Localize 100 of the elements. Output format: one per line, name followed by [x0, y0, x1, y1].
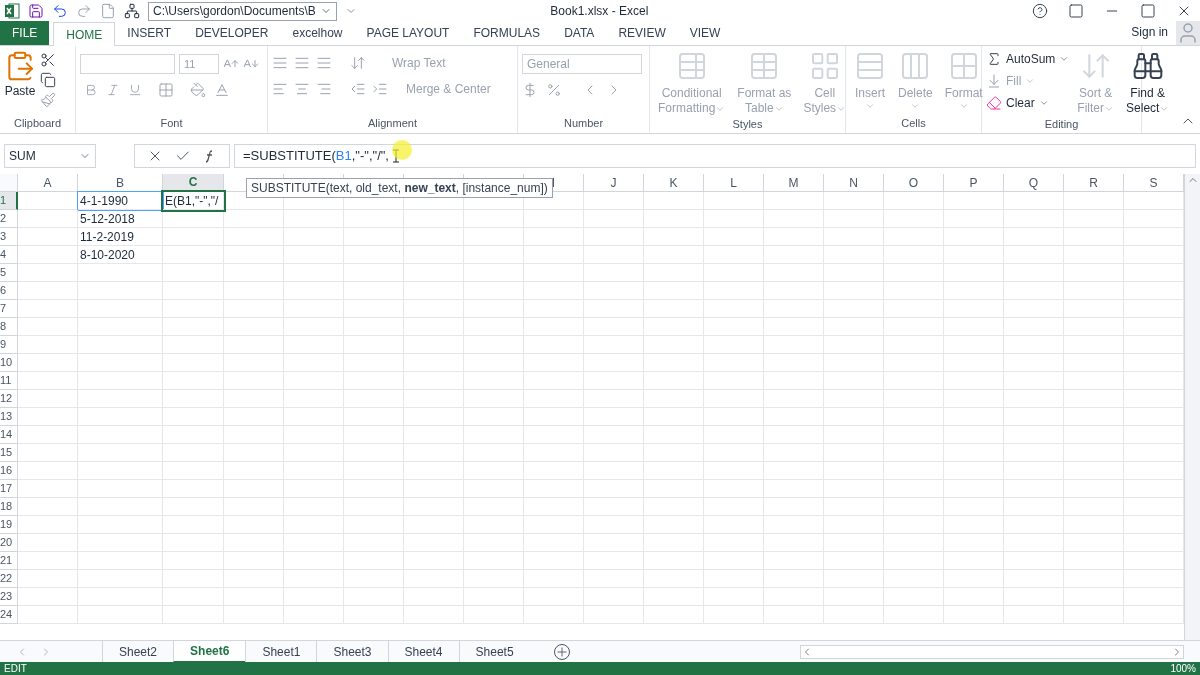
column-header[interactable]: L [704, 174, 764, 192]
row-header[interactable]: 8 [0, 318, 18, 336]
sign-in-link[interactable]: Sign in [1131, 23, 1168, 41]
ribbon-tab[interactable]: HOME [53, 22, 116, 46]
ribbon-tab[interactable]: DEVELOPER [183, 21, 281, 45]
cut-icon[interactable] [40, 52, 56, 68]
orientation-icon[interactable] [350, 55, 366, 71]
column-header[interactable]: K [644, 174, 704, 192]
align-left-icon[interactable] [272, 81, 288, 97]
font-name-field[interactable] [80, 54, 175, 74]
top-align-icon[interactable] [272, 55, 288, 71]
name-box[interactable]: SUM [4, 144, 96, 168]
ribbon-tab[interactable]: FORMULAS [461, 21, 553, 45]
ribbon-tab[interactable]: DATA [552, 21, 607, 45]
currency-icon[interactable] [522, 82, 538, 98]
ribbon-tab[interactable]: REVIEW [606, 21, 678, 45]
percent-icon[interactable] [546, 82, 562, 98]
row-header[interactable]: 2 [0, 210, 18, 228]
column-header[interactable]: Q [1004, 174, 1064, 192]
row-header[interactable]: 17 [0, 480, 18, 498]
table-cell[interactable]: 5-12-2018 [78, 210, 163, 228]
caret-icon[interactable] [1059, 54, 1070, 64]
ribbon-tab[interactable]: FILE [0, 21, 50, 45]
clear-button[interactable]: Clear [986, 94, 1070, 112]
binoculars-icon[interactable] [1131, 50, 1164, 82]
table-cell[interactable]: 4-1-1990 [78, 192, 163, 210]
middle-align-icon[interactable] [294, 55, 310, 71]
horizontal-scrollbar[interactable] [799, 644, 1184, 659]
row-header[interactable]: 5 [0, 264, 18, 282]
row-header[interactable]: 23 [0, 588, 18, 606]
table-cell[interactable]: 8-10-2020 [78, 246, 163, 264]
ribbon-button[interactable]: Find & Select [1122, 50, 1174, 116]
align-center-icon[interactable] [294, 81, 310, 97]
zoom-level[interactable]: 100% [1170, 663, 1196, 674]
borders-icon[interactable] [158, 82, 174, 98]
fill-color-icon[interactable] [190, 82, 206, 98]
align-right-icon[interactable] [316, 81, 332, 97]
ribbon-tab[interactable]: excelhow [280, 21, 355, 45]
select-all-corner[interactable] [0, 174, 18, 192]
column-header[interactable]: M [764, 174, 824, 192]
ribbon-tab[interactable]: VIEW [677, 21, 733, 45]
column-header[interactable]: R [1064, 174, 1124, 192]
eraser-icon[interactable] [986, 95, 1002, 111]
column-header[interactable]: O [884, 174, 944, 192]
row-header[interactable]: 1 [0, 192, 18, 210]
column-header[interactable]: S [1124, 174, 1184, 192]
sigma-icon[interactable] [986, 51, 1002, 67]
row-header[interactable]: 16 [0, 462, 18, 480]
undo-icon[interactable] [52, 3, 68, 19]
row-header[interactable]: 6 [0, 282, 18, 300]
paste-button[interactable]: Paste [4, 50, 36, 100]
row-header[interactable]: 12 [0, 390, 18, 408]
caret-icon[interactable] [1025, 76, 1036, 86]
column-header[interactable]: J [584, 174, 644, 192]
fill-icon[interactable] [986, 73, 1002, 89]
column-header[interactable]: A [18, 174, 78, 192]
vertical-scrollbar[interactable] [1184, 174, 1200, 640]
row-header[interactable]: 22 [0, 570, 18, 588]
row-header[interactable]: 3 [0, 228, 18, 246]
table-cell[interactable]: E(B1,"-","/ [163, 192, 224, 210]
column-header[interactable]: N [824, 174, 884, 192]
copy-icon[interactable] [40, 72, 56, 88]
row-header[interactable]: 24 [0, 606, 18, 624]
ribbon-tab[interactable]: PAGE LAYOUT [354, 21, 462, 45]
row-header[interactable]: 20 [0, 534, 18, 552]
underline-icon[interactable] [128, 83, 142, 97]
redo-icon[interactable] [76, 3, 92, 19]
bottom-align-icon[interactable] [316, 55, 332, 71]
ribbon-tab[interactable]: INSERT [115, 21, 184, 45]
row-header[interactable]: 15 [0, 444, 18, 462]
autosum-button[interactable]: AutoSum [986, 50, 1070, 68]
help-icon[interactable] [1032, 3, 1048, 19]
row-header[interactable]: 9 [0, 336, 18, 354]
row-header[interactable]: 19 [0, 516, 18, 534]
table-cell[interactable]: 11-2-2019 [78, 228, 163, 246]
ribbon-display-icon[interactable] [1068, 3, 1084, 19]
sheet-tab[interactable]: Sheet6 [173, 640, 246, 663]
bold-icon[interactable] [84, 83, 98, 97]
row-header[interactable]: 11 [0, 372, 18, 390]
increase-indent-icon[interactable] [372, 81, 388, 97]
row-header[interactable]: 21 [0, 552, 18, 570]
new-file-icon[interactable] [100, 3, 116, 19]
caret-icon[interactable] [1038, 98, 1049, 108]
save-icon[interactable] [28, 3, 44, 19]
font-color-icon[interactable] [214, 82, 230, 98]
maximize-icon[interactable] [1140, 3, 1156, 19]
pointer-highlight-icon [392, 140, 412, 160]
decrease-indent-icon[interactable] [350, 81, 366, 97]
row-header[interactable]: 18 [0, 498, 18, 516]
path-dropdown[interactable]: C:\Users\gordon\Documents\B [148, 1, 337, 21]
row-header[interactable]: 4 [0, 246, 18, 264]
row-header[interactable]: 7 [0, 300, 18, 318]
italic-icon[interactable] [106, 83, 120, 97]
formula-field[interactable]: =SUBSTITUTE(B1,"-","/", [234, 144, 1196, 168]
row-header[interactable]: 14 [0, 426, 18, 444]
group-label: Alignment [367, 115, 418, 131]
network-icon[interactable] [124, 3, 140, 19]
row-header[interactable]: 13 [0, 408, 18, 426]
row-header[interactable]: 10 [0, 354, 18, 372]
column-header[interactable]: P [944, 174, 1004, 192]
